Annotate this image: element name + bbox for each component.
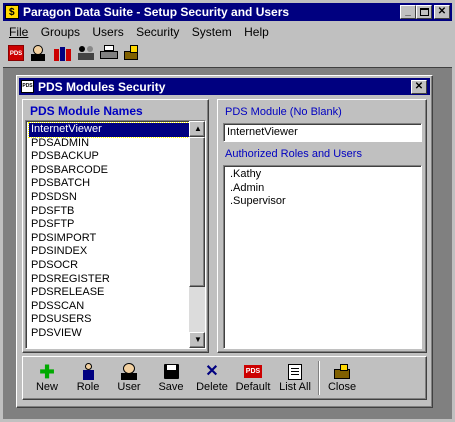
module-list-item[interactable]: PDSSCAN bbox=[29, 300, 189, 314]
close-button[interactable]: Close bbox=[323, 361, 361, 395]
menu-bar: File Groups Users Security System Help bbox=[9, 25, 278, 39]
default-button[interactable]: PDS Default bbox=[234, 361, 272, 395]
delete-x-icon: ✕ bbox=[205, 363, 219, 380]
scroll-down-button[interactable]: ▼ bbox=[189, 332, 205, 348]
role-list-item[interactable]: .Admin bbox=[228, 182, 419, 196]
dialog-title-bar[interactable]: PDS PDS Modules Security bbox=[19, 78, 430, 95]
roles-icon[interactable] bbox=[78, 45, 94, 61]
module-list-item[interactable]: PDSADMIN bbox=[29, 137, 189, 151]
user-button[interactable]: User bbox=[110, 361, 148, 395]
module-name-input[interactable]: InternetViewer bbox=[223, 123, 422, 142]
user-icon[interactable] bbox=[30, 45, 46, 61]
printer-icon[interactable] bbox=[100, 45, 118, 61]
module-list-item[interactable]: PDSDSN bbox=[29, 191, 189, 205]
module-list-item[interactable]: PDSBATCH bbox=[29, 177, 189, 191]
module-list-item[interactable]: PDSREGISTER bbox=[29, 273, 189, 287]
app-icon: $ bbox=[5, 5, 19, 19]
roles-label: Authorized Roles and Users bbox=[225, 148, 362, 160]
menu-users[interactable]: Users bbox=[92, 25, 123, 39]
save-button[interactable]: Save bbox=[152, 361, 190, 395]
group-icon[interactable] bbox=[54, 45, 72, 61]
module-list-item[interactable]: PDSFTP bbox=[29, 218, 189, 232]
pds-default-icon: PDS bbox=[234, 363, 272, 381]
delete-button[interactable]: ✕ Delete bbox=[193, 361, 231, 395]
maximize-button[interactable] bbox=[416, 5, 432, 19]
menu-file[interactable]: File bbox=[9, 25, 28, 39]
roles-list[interactable]: .Kathy .Admin .Supervisor bbox=[223, 165, 422, 349]
module-name-value: InternetViewer bbox=[227, 126, 298, 138]
menu-help[interactable]: Help bbox=[244, 25, 269, 39]
app-title: Paragon Data Suite - Setup Security and … bbox=[23, 5, 290, 19]
module-list-item[interactable]: PDSBACKUP bbox=[29, 150, 189, 164]
module-list-item[interactable]: PDSVIEW bbox=[29, 327, 189, 341]
module-list[interactable]: InternetViewer PDSADMIN PDSBACKUP PDSBARCOD… bbox=[25, 120, 206, 349]
list-all-button[interactable]: List All bbox=[276, 361, 314, 395]
module-list-item[interactable]: PDSFTB bbox=[29, 205, 189, 219]
minimize-button[interactable]: _ bbox=[400, 5, 416, 19]
menu-security[interactable]: Security bbox=[136, 25, 179, 39]
module-field-label: PDS Module (No Blank) bbox=[225, 106, 342, 118]
menu-groups[interactable]: Groups bbox=[41, 25, 80, 39]
plus-icon: ✚ bbox=[39, 362, 55, 382]
toolbar: PDS bbox=[3, 42, 452, 66]
role-icon bbox=[69, 363, 107, 381]
floppy-disk-icon bbox=[152, 363, 190, 381]
menu-system[interactable]: System bbox=[192, 25, 232, 39]
dialog-close-icon[interactable]: ✕ bbox=[411, 80, 427, 94]
dialog-icon: PDS bbox=[21, 80, 34, 93]
module-list-item[interactable]: PDSOCR bbox=[29, 259, 189, 273]
scroll-thumb[interactable] bbox=[189, 137, 205, 287]
scrollbar[interactable]: ▲ ▼ bbox=[189, 121, 205, 348]
list-icon bbox=[276, 363, 314, 381]
exit-door-icon bbox=[323, 363, 361, 381]
role-list-item[interactable]: .Supervisor bbox=[228, 195, 419, 209]
module-list-item[interactable]: PDSINDEX bbox=[29, 245, 189, 259]
close-icon[interactable]: ✕ bbox=[434, 5, 450, 19]
main-title-bar[interactable]: $ Paragon Data Suite - Setup Security an… bbox=[3, 3, 452, 21]
pds-icon[interactable]: PDS bbox=[8, 45, 24, 61]
module-list-item[interactable]: PDSRELEASE bbox=[29, 286, 189, 300]
module-list-item[interactable]: PDSIMPORT bbox=[29, 232, 189, 246]
module-list-item[interactable]: PDSBARCODE bbox=[29, 164, 189, 178]
scroll-up-button[interactable]: ▲ bbox=[189, 121, 205, 137]
new-button[interactable]: ✚ New bbox=[28, 361, 66, 395]
role-button[interactable]: Role bbox=[69, 361, 107, 395]
module-list-item[interactable]: InternetViewer bbox=[28, 122, 190, 138]
module-list-item[interactable]: PDSUSERS bbox=[29, 313, 189, 327]
user-icon bbox=[110, 363, 148, 381]
module-names-header: PDS Module Names bbox=[30, 104, 143, 118]
dialog-title: PDS Modules Security bbox=[38, 79, 166, 94]
role-list-item[interactable]: .Kathy bbox=[228, 168, 419, 182]
toolbar-separator bbox=[318, 361, 320, 395]
exit-icon[interactable] bbox=[124, 45, 140, 61]
